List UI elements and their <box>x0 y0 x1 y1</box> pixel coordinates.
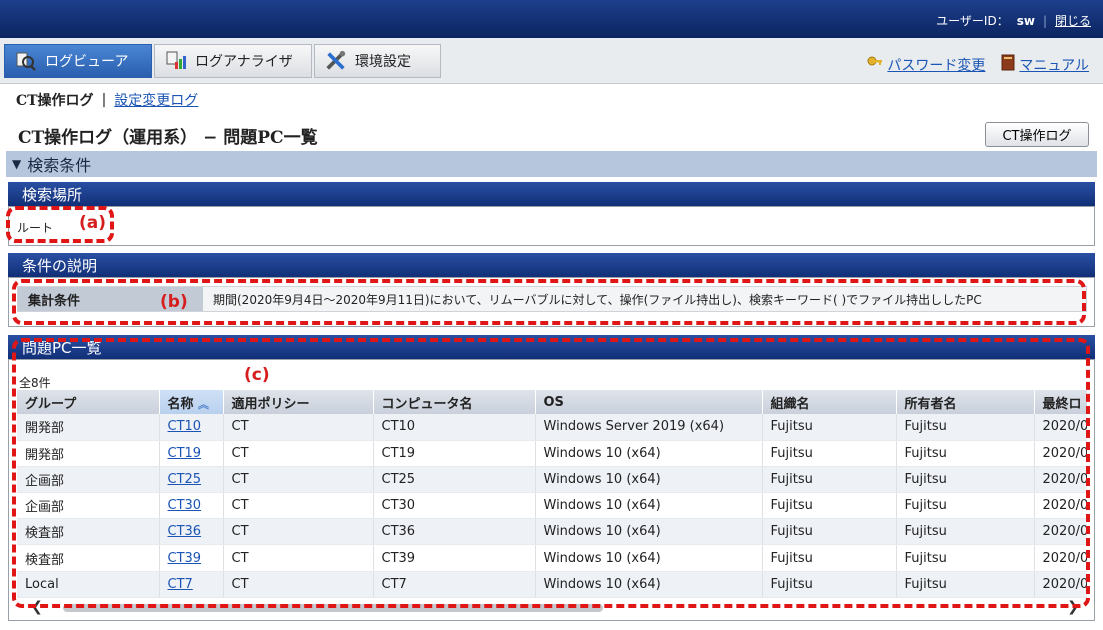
close-link[interactable]: 閉じる <box>1055 12 1091 29</box>
separator: | <box>101 92 107 108</box>
breadcrumb: CT操作ログ | 設定変更ログ <box>16 90 198 110</box>
tab-log-analyzer[interactable]: ログアナライザ <box>154 44 312 78</box>
tab-label: ログビューア <box>45 54 129 70</box>
manual-label: マニュアル <box>1019 57 1089 74</box>
triangle-down-icon: ▼ <box>12 157 22 171</box>
tab-environment-settings[interactable]: 環境設定 <box>314 44 441 78</box>
tab-label: 環境設定 <box>355 54 411 70</box>
section-title: 検索場所 <box>22 185 83 204</box>
condition-description-header: 条件の説明 <box>8 253 1095 277</box>
book-icon <box>1001 54 1015 75</box>
annotation-marker-c: (c) <box>244 365 270 385</box>
password-change-label: パスワード変更 <box>887 57 986 74</box>
current-log-label: CT操作ログ <box>16 93 94 109</box>
settings-tools-icon <box>325 50 347 72</box>
annotation-marker-a: (a) <box>79 213 107 233</box>
user-info: ユーザーID： sw | 閉じる <box>936 12 1091 29</box>
tab-label: ログアナライザ <box>195 54 293 70</box>
search-location-body: ルート <box>8 206 1095 246</box>
annotation-box-c <box>12 338 1090 608</box>
search-conditions-label: 検索条件 <box>27 156 92 175</box>
search-conditions-toggle[interactable]: ▼ 検索条件 <box>6 151 1097 177</box>
annotation-marker-b: (b) <box>160 292 188 312</box>
user-id-label: ユーザーID： <box>936 14 1009 28</box>
manual-link[interactable]: マニュアル <box>1001 54 1089 75</box>
key-icon <box>867 55 883 75</box>
top-bar: ユーザーID： sw | 閉じる <box>0 0 1103 38</box>
search-location-header: 検索場所 <box>8 182 1095 206</box>
separator: | <box>1042 13 1047 28</box>
log-viewer-icon <box>15 50 37 72</box>
section-title: 条件の説明 <box>22 256 98 275</box>
header-links: パスワード変更 マニュアル <box>867 54 1089 75</box>
tab-bar: ログビューア ログアナライザ 環境設定 パスワード変更 マニュアル <box>0 38 1103 84</box>
page-title: CT操作ログ（運用系） − 問題PC一覧 <box>18 128 318 148</box>
tab-log-viewer[interactable]: ログビューア <box>4 44 152 78</box>
log-analyzer-icon <box>165 50 187 72</box>
password-change-link[interactable]: パスワード変更 <box>867 54 985 75</box>
settings-change-log-link[interactable]: 設定変更ログ <box>114 90 198 110</box>
ct-log-button[interactable]: CT操作ログ <box>985 122 1089 147</box>
user-id-value: sw <box>1016 13 1035 28</box>
